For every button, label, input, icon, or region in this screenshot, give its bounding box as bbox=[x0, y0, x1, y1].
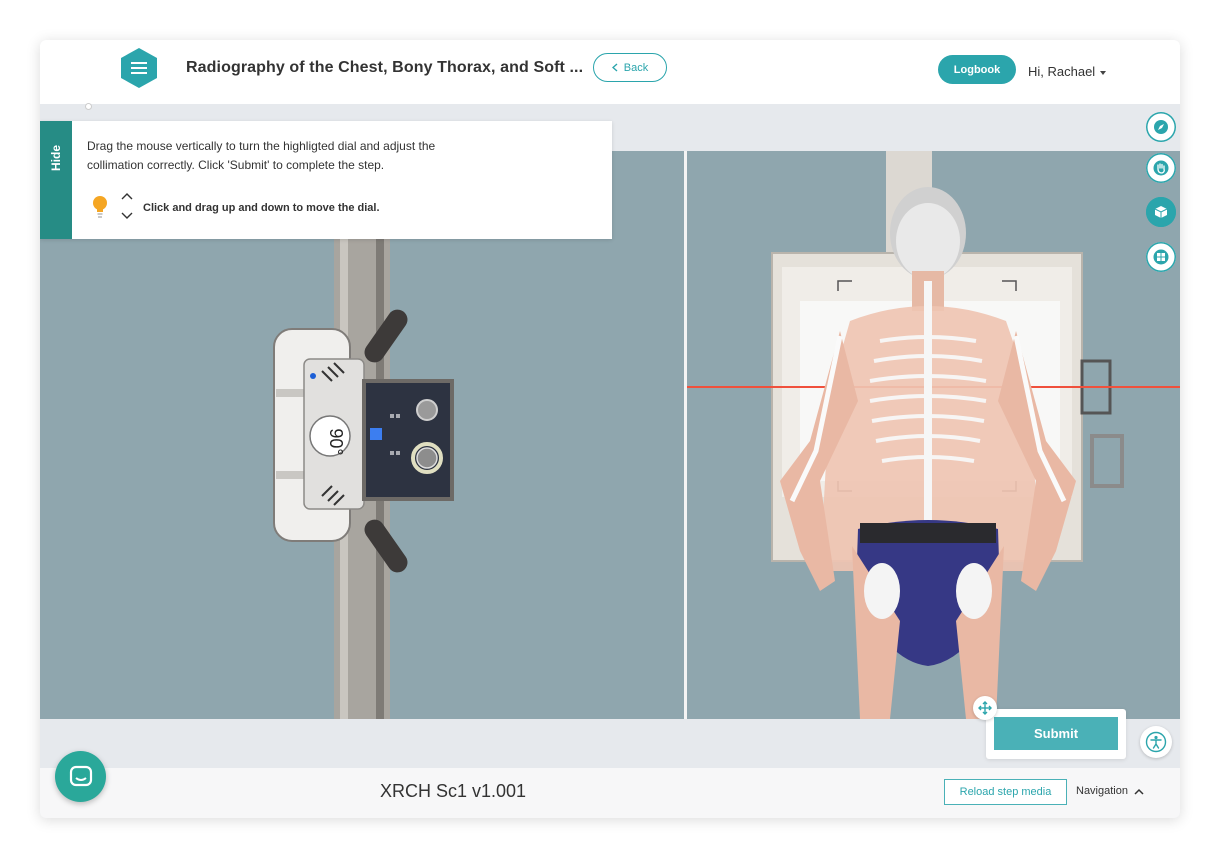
status-dot bbox=[85, 103, 92, 110]
up-down-arrows-icon bbox=[121, 193, 133, 219]
hide-tab[interactable]: Hide bbox=[40, 121, 72, 239]
compass-tool-button[interactable] bbox=[1146, 112, 1176, 142]
chevron-left-icon bbox=[611, 63, 618, 72]
grid-icon bbox=[1153, 249, 1169, 265]
footer-bar: XRCH Sc1 v1.001 Reload step media Naviga… bbox=[40, 768, 1180, 818]
app-window: Radiography of the Chest, Bony Thorax, a… bbox=[40, 40, 1180, 818]
course-title: Radiography of the Chest, Bony Thorax, a… bbox=[186, 59, 584, 76]
chat-launcher-button[interactable] bbox=[55, 751, 106, 802]
back-label: Back bbox=[623, 61, 649, 74]
accessibility-button[interactable] bbox=[1140, 726, 1172, 758]
hint-text: Click and drag up and down to move the d… bbox=[143, 202, 380, 214]
chevron-up-icon bbox=[1134, 788, 1144, 795]
top-header: Radiography of the Chest, Bony Thorax, a… bbox=[40, 40, 1180, 104]
lightbulb-icon bbox=[93, 196, 107, 218]
user-menu[interactable]: Hi, Rachael bbox=[1028, 64, 1107, 79]
scenario-version: XRCH Sc1 v1.001 bbox=[380, 781, 527, 801]
3d-view-tool-button[interactable] bbox=[1146, 197, 1176, 227]
hand-tool-button[interactable] bbox=[1146, 153, 1176, 183]
greeting-text: Hi, Rachael bbox=[1028, 64, 1096, 79]
reload-step-media-button[interactable]: Reload step media bbox=[944, 779, 1067, 805]
back-button[interactable]: Back bbox=[593, 53, 667, 82]
chat-icon bbox=[69, 765, 92, 786]
accessibility-icon bbox=[1145, 731, 1167, 753]
cube-icon bbox=[1154, 206, 1168, 218]
caret-down-icon bbox=[1100, 70, 1107, 75]
hand-icon bbox=[1153, 160, 1169, 176]
highlighted-dial[interactable] bbox=[416, 447, 438, 469]
instruction-panel: Hide Drag the mouse vertically to turn t… bbox=[40, 121, 612, 239]
menu-logo-icon[interactable] bbox=[118, 47, 160, 89]
navigation-toggle[interactable]: Navigation bbox=[1076, 785, 1144, 797]
move-handle[interactable] bbox=[973, 696, 997, 720]
submit-container: Submit bbox=[986, 709, 1126, 759]
instruction-text: Drag the mouse vertically to turn the hi… bbox=[87, 139, 436, 172]
move-icon bbox=[978, 701, 992, 715]
layout-tool-button[interactable] bbox=[1146, 242, 1176, 272]
submit-button[interactable]: Submit bbox=[994, 717, 1118, 750]
compass-icon bbox=[1154, 120, 1168, 134]
logbook-button[interactable]: Logbook bbox=[938, 55, 1016, 84]
navigation-label: Navigation bbox=[1076, 785, 1128, 797]
angle-readout: 90° bbox=[326, 428, 346, 455]
